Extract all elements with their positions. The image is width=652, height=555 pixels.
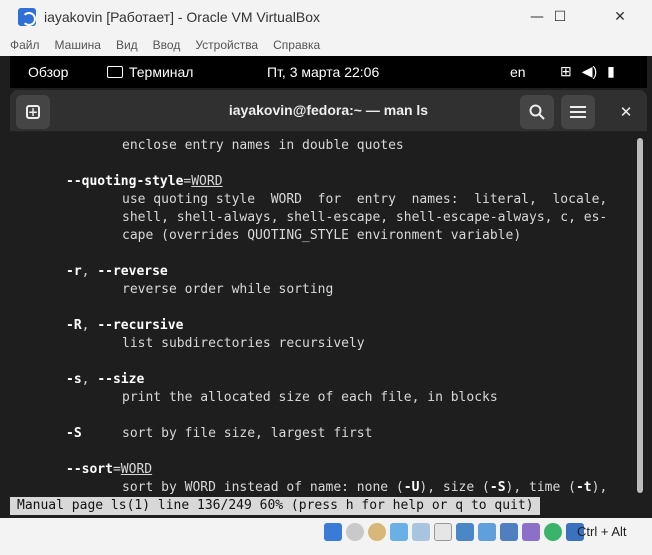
vbox-device-icons <box>324 523 584 541</box>
close-icon: ✕ <box>619 103 633 121</box>
option-eq: = <box>112 462 121 477</box>
vbox-title-bar: iayakovin [Работает] - Oracle VM Virtual… <box>0 0 652 34</box>
close-terminal-button[interactable]: ✕ <box>609 95 643 129</box>
window-title: iayakovin [Работает] - Oracle VM Virtual… <box>44 9 320 25</box>
gnome-top-bar: Обзор Терминал Пт, 3 марта 22:06 en ⊞ ◀)… <box>10 56 647 88</box>
maximize-icon: ☐ <box>553 9 567 25</box>
menu-view[interactable]: Вид <box>116 38 138 52</box>
menu-input[interactable]: Ввод <box>153 38 181 52</box>
recording-icon[interactable] <box>478 523 496 541</box>
hamburger-menu-icon <box>570 106 586 118</box>
option-name: -s <box>66 372 82 387</box>
text-part: ), <box>591 480 608 495</box>
activities-button[interactable]: Обзор <box>28 64 68 80</box>
usb-icon[interactable] <box>412 523 430 541</box>
option-name: --quoting-style <box>66 174 184 189</box>
vbox-menubar: Файл Машина Вид Ввод Устройства Справка <box>0 34 652 56</box>
close-icon: ✕ <box>614 9 626 25</box>
network-icon: ⊞ <box>560 63 572 79</box>
clock[interactable]: Пт, 3 марта 22:06 <box>267 64 379 80</box>
terminal-app-icon <box>107 66 123 78</box>
vrde-icon[interactable] <box>500 523 518 541</box>
audio-icon[interactable] <box>368 523 386 541</box>
text-part: sort by WORD instead of name: none ( <box>122 480 404 495</box>
terminal-header-bar: + iayakovin@fedora:~ — man ls ✕ <box>10 90 647 132</box>
app-menu-button[interactable]: Терминал <box>107 64 193 80</box>
maximize-button[interactable]: ☐ <box>537 0 583 34</box>
optical-drive-icon[interactable] <box>346 523 364 541</box>
volume-icon: ◀) <box>581 63 598 79</box>
option-name: -S <box>66 426 82 441</box>
option-name: --recursive <box>97 318 184 333</box>
option-name: -R <box>66 318 82 333</box>
virtualbox-app-icon <box>18 8 36 26</box>
man-line: enclose entry names in double quotes <box>122 138 404 153</box>
man-line: print the allocated size of each file, i… <box>122 390 498 405</box>
menu-machine[interactable]: Машина <box>55 38 101 52</box>
option-name: -t <box>575 480 592 495</box>
man-line: list subdirectories recursively <box>122 336 365 351</box>
option-sep: , <box>81 264 98 279</box>
keyboard-layout-indicator[interactable]: en <box>510 64 526 80</box>
option-arg: WORD <box>120 462 153 477</box>
man-option-line: -s, --size <box>66 371 144 389</box>
option-name: --size <box>97 372 145 387</box>
menu-devices[interactable]: Устройства <box>195 38 258 52</box>
terminal-content[interactable]: enclose entry names in double quotes --q… <box>10 133 647 518</box>
option-sep: , <box>81 372 98 387</box>
shared-folders-icon[interactable] <box>434 523 452 541</box>
man-option-line: --sort=WORD <box>66 461 152 479</box>
virtualization-icon[interactable] <box>522 523 540 541</box>
network-adapter-icon[interactable] <box>390 523 408 541</box>
app-menu-label: Терминал <box>129 64 194 80</box>
terminal-scrollbar[interactable] <box>637 138 643 493</box>
option-arg: WORD <box>191 174 223 189</box>
text-part: ), size ( <box>419 480 490 495</box>
search-icon <box>529 104 545 120</box>
man-line: sort by file size, largest first <box>122 426 373 441</box>
menu-file[interactable]: Файл <box>10 38 40 52</box>
option-name: -S <box>489 480 506 495</box>
host-key-label[interactable]: Ctrl + Alt <box>577 524 627 539</box>
menu-help[interactable]: Справка <box>273 38 320 52</box>
pager-status-line: Manual page ls(1) line 136/249 60% (pres… <box>10 497 540 515</box>
man-line: shell, shell-always, shell-escape, shell… <box>122 210 608 225</box>
search-button[interactable] <box>520 95 554 129</box>
man-option-line: -R, --recursive <box>66 317 183 335</box>
system-tray[interactable]: ⊞ ◀) ▮ <box>560 63 615 80</box>
man-line: reverse order while sorting <box>122 282 334 297</box>
man-option-line: --quoting-style=WORD <box>66 173 223 191</box>
battery-icon: ▮ <box>607 63 615 79</box>
option-name: -r <box>66 264 82 279</box>
hamburger-menu-button[interactable] <box>561 95 595 129</box>
option-name: --sort <box>66 462 113 477</box>
text-part: ), time ( <box>505 480 576 495</box>
option-sep: , <box>81 318 98 333</box>
man-line: use quoting style WORD for entry names: … <box>122 192 608 207</box>
hard-disk-icon[interactable] <box>324 523 342 541</box>
close-window-button[interactable]: ✕ <box>597 0 643 34</box>
man-line: sort by WORD instead of name: none (-U),… <box>122 479 607 497</box>
option-name: --reverse <box>97 264 168 279</box>
guest-additions-icon[interactable] <box>544 523 562 541</box>
display-icon[interactable] <box>456 523 474 541</box>
man-option-line: -r, --reverse <box>66 263 168 281</box>
vbox-status-bar: Ctrl + Alt <box>0 518 652 555</box>
option-name: -U <box>403 480 420 495</box>
man-line: cape (overrides QUOTING_STYLE environmen… <box>122 228 522 243</box>
terminal-window: + iayakovin@fedora:~ — man ls ✕ enclose … <box>10 90 647 518</box>
